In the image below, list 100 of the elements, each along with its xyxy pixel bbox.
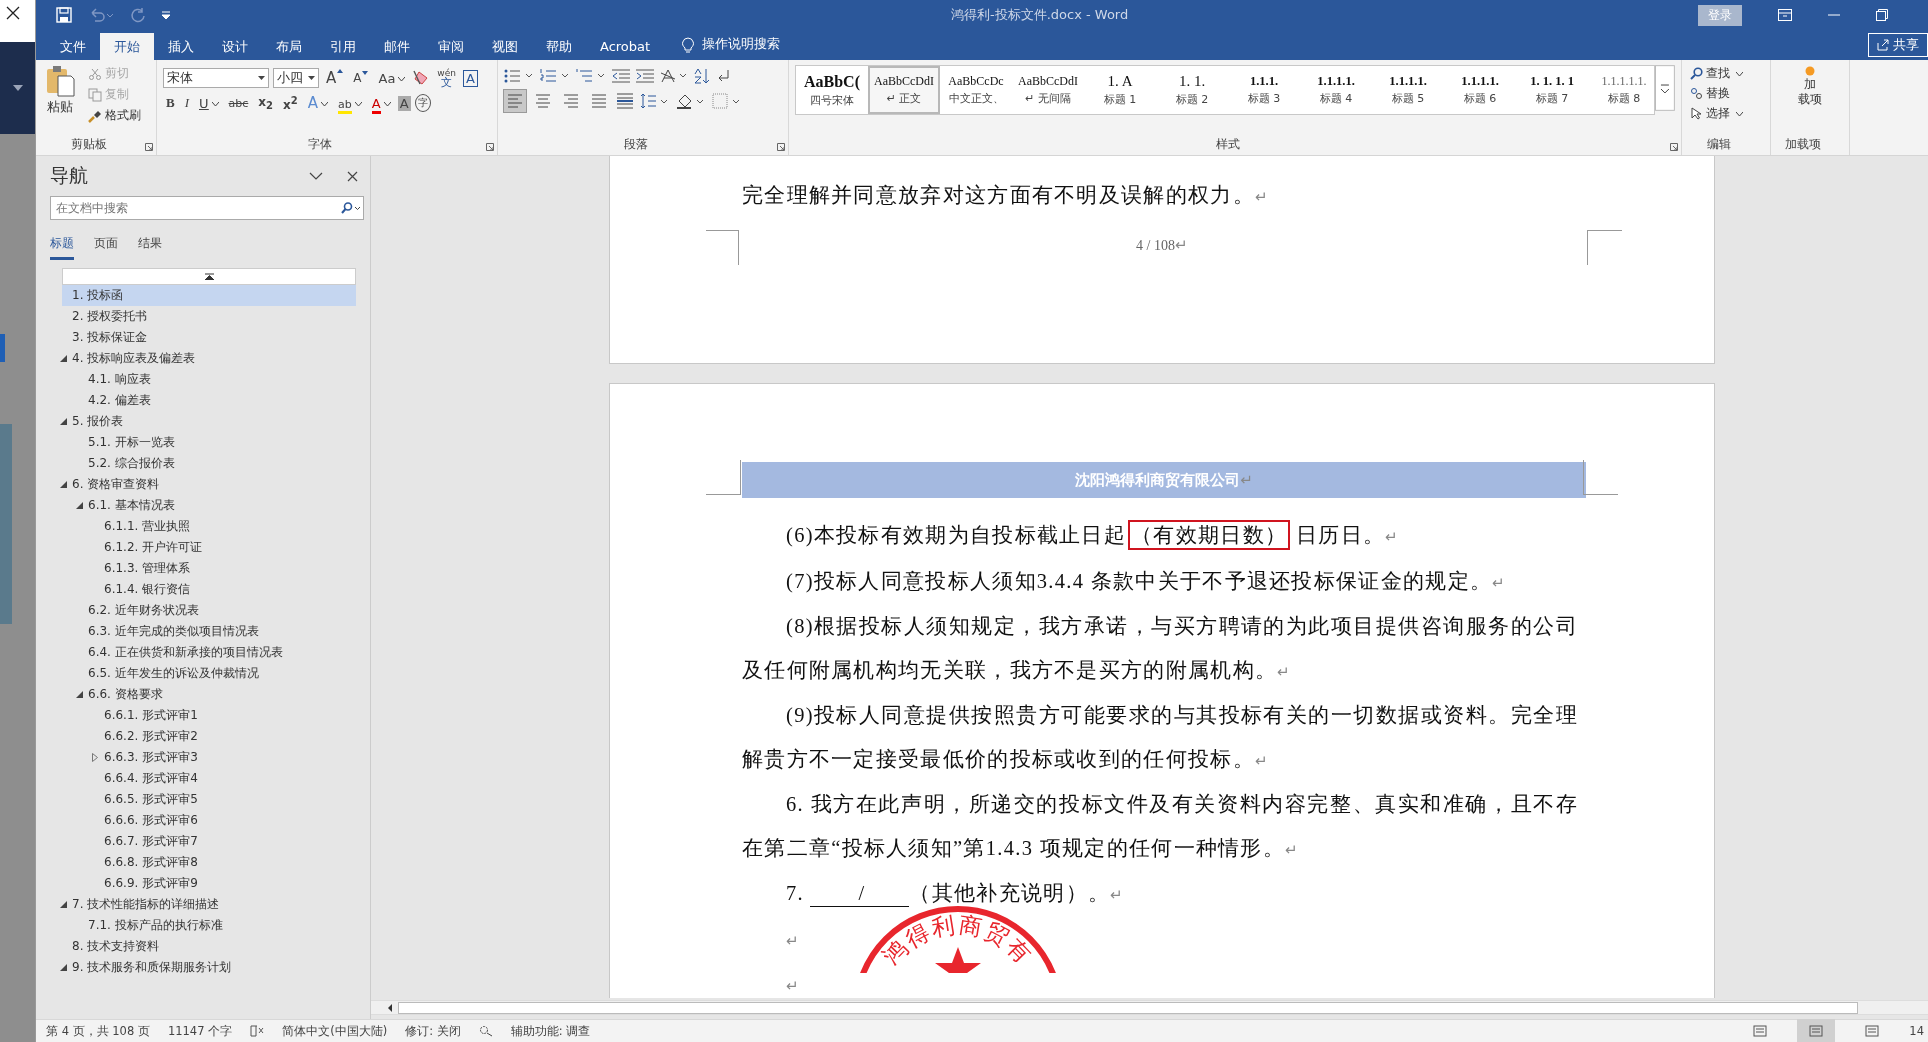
paragraph-mark-icon[interactable] bbox=[716, 69, 730, 83]
heading-item[interactable]: 6.6. 资格要求 bbox=[88, 686, 163, 703]
heading-item[interactable]: 6.6.9. 形式评审9 bbox=[104, 875, 198, 892]
pane-tab[interactable]: 结果 bbox=[138, 230, 162, 260]
ribbon-tab[interactable]: 插入 bbox=[154, 33, 208, 60]
heading-item[interactable]: 6.4. 正在供货和新承接的项目情况表 bbox=[88, 644, 283, 661]
ribbon-tab[interactable]: 文件 bbox=[46, 33, 100, 60]
expanded-triangle-icon[interactable] bbox=[59, 355, 67, 362]
share-button[interactable]: 共享 bbox=[1868, 33, 1928, 57]
bold-button[interactable]: B bbox=[163, 95, 178, 111]
ribbon-display-icon[interactable] bbox=[1778, 9, 1792, 21]
ribbon-tab[interactable]: 帮助 bbox=[532, 33, 586, 60]
decrease-indent-icon[interactable] bbox=[612, 69, 630, 83]
customize-caret-icon[interactable] bbox=[162, 11, 170, 19]
grow-font-button[interactable]: A bbox=[323, 69, 347, 87]
numbering-icon[interactable] bbox=[540, 68, 570, 84]
ribbon-tab[interactable]: 引用 bbox=[316, 33, 370, 60]
text-direction-icon[interactable] bbox=[660, 68, 688, 84]
expanded-triangle-icon[interactable] bbox=[75, 691, 83, 698]
superscript-button[interactable]: x$^{2}$ bbox=[280, 94, 301, 112]
multilevel-list-icon[interactable] bbox=[576, 68, 606, 84]
heading-item[interactable]: 4.2. 偏差表 bbox=[88, 392, 151, 409]
heading-item[interactable]: 6.6.6. 形式评审6 bbox=[104, 812, 198, 829]
dialog-launcher-icon[interactable] bbox=[486, 143, 494, 151]
heading-item[interactable]: 5.2. 综合报价表 bbox=[88, 455, 175, 472]
heading-item[interactable]: 6.1. 基本情况表 bbox=[88, 497, 175, 514]
character-border-button[interactable]: A bbox=[462, 69, 478, 87]
expanded-triangle-icon[interactable] bbox=[59, 964, 67, 971]
heading-item[interactable]: 1. 投标函 bbox=[72, 287, 124, 304]
change-case-button[interactable]: Aa bbox=[375, 70, 409, 86]
dialog-launcher-icon[interactable] bbox=[777, 143, 785, 151]
expanded-triangle-icon[interactable] bbox=[59, 418, 67, 425]
save-icon[interactable] bbox=[56, 7, 72, 23]
zoom-level[interactable]: 14 bbox=[1909, 1024, 1928, 1038]
italic-button[interactable]: I bbox=[181, 95, 192, 111]
heading-item[interactable]: 7.1. 投标产品的执行标准 bbox=[88, 917, 223, 934]
chevron-down-icon[interactable] bbox=[309, 172, 323, 180]
heading-item[interactable]: 6.6.2. 形式评审2 bbox=[104, 728, 198, 745]
style-item[interactable]: AaBbCcDdI ↵ 正文 bbox=[868, 66, 940, 114]
line-spacing-icon[interactable] bbox=[640, 92, 670, 110]
heading-item[interactable]: 6.1.3. 管理体系 bbox=[104, 560, 191, 577]
tell-me-search[interactable]: 操作说明搜索 bbox=[702, 36, 781, 60]
horizontal-scrollbar[interactable] bbox=[371, 1000, 1928, 1015]
track-changes-status[interactable]: 修订: 关闭 bbox=[405, 1023, 461, 1039]
heading-item[interactable]: 6.1.2. 开户许可证 bbox=[104, 539, 203, 556]
expanded-triangle-icon[interactable] bbox=[59, 901, 67, 908]
ribbon-tab[interactable]: 视图 bbox=[478, 33, 532, 60]
font-color-button[interactable]: A bbox=[368, 95, 394, 111]
expanded-triangle-icon[interactable] bbox=[59, 481, 67, 488]
heading-item[interactable]: 6.6.8. 形式评审8 bbox=[104, 854, 198, 871]
page-count[interactable]: 第 4 页，共 108 页 bbox=[46, 1023, 150, 1039]
search-icon[interactable] bbox=[341, 202, 361, 214]
replace-button[interactable]: 替换 bbox=[1688, 84, 1764, 103]
heading-item[interactable]: 6.6.7. 形式评审7 bbox=[104, 833, 198, 850]
sort-icon[interactable] bbox=[694, 68, 710, 84]
close-icon[interactable] bbox=[347, 170, 358, 182]
add-ins-button[interactable]: 加 载项 bbox=[1796, 64, 1824, 108]
maximize-icon[interactable] bbox=[1876, 9, 1888, 21]
print-layout-icon[interactable] bbox=[1797, 1018, 1836, 1042]
select-button[interactable]: 选择 bbox=[1688, 104, 1764, 123]
pane-tab[interactable]: 标题 bbox=[50, 230, 74, 260]
shrink-font-button[interactable]: A bbox=[350, 71, 372, 85]
heading-item[interactable]: 6.6.1. 形式评审1 bbox=[104, 707, 198, 724]
heading-item[interactable]: 6.1.1. 营业执照 bbox=[104, 518, 191, 535]
heading-item[interactable]: 6.6.5. 形式评审5 bbox=[104, 791, 198, 808]
heading-item[interactable]: 6.1.4. 银行资信 bbox=[104, 581, 191, 598]
heading-item[interactable]: 3. 投标保证金 bbox=[72, 329, 148, 346]
find-button[interactable]: 查找 bbox=[1688, 64, 1764, 83]
proofing-icon[interactable] bbox=[250, 1025, 265, 1037]
collapsed-triangle-icon[interactable] bbox=[92, 753, 98, 762]
heading-item[interactable]: 5.1. 开标一览表 bbox=[88, 434, 175, 451]
underline-button[interactable]: U bbox=[196, 95, 222, 111]
heading-item[interactable]: 9. 技术服务和质保期服务计划 bbox=[72, 959, 232, 976]
close-icon[interactable] bbox=[6, 6, 20, 20]
highlight-button[interactable]: ab bbox=[335, 95, 365, 111]
heading-item[interactable]: 8. 技术支持资料 bbox=[72, 938, 160, 955]
heading-item[interactable]: 6.6.4. 形式评审4 bbox=[104, 770, 198, 787]
font-name-field[interactable]: 宋体 bbox=[163, 68, 269, 88]
heading-item[interactable]: 6. 资格审查资料 bbox=[72, 476, 160, 493]
ribbon-tab[interactable]: 审阅 bbox=[424, 33, 478, 60]
ribbon-tab[interactable]: 邮件 bbox=[370, 33, 424, 60]
dialog-launcher-icon[interactable] bbox=[145, 143, 153, 151]
heading-item[interactable]: 2. 授权委托书 bbox=[72, 308, 148, 325]
shading-icon[interactable] bbox=[676, 92, 706, 110]
heading-item[interactable]: 5. 报价表 bbox=[72, 413, 124, 430]
bullets-icon[interactable] bbox=[504, 68, 534, 84]
word-count[interactable]: 11147 个字 bbox=[167, 1023, 233, 1039]
strikethrough-button[interactable]: abc bbox=[225, 96, 252, 110]
ribbon-tab[interactable]: Acrobat bbox=[586, 33, 665, 60]
heading-item[interactable]: 7. 技术性能指标的详细描述 bbox=[72, 896, 220, 913]
heading-item[interactable]: 6.5. 近年发生的诉讼及仲裁情况 bbox=[88, 665, 259, 682]
font-size-field[interactable]: 小四 bbox=[273, 68, 319, 88]
heading-item[interactable]: 4. 投标响应表及偏差表 bbox=[72, 350, 196, 367]
pane-tab[interactable]: 页面 bbox=[94, 230, 118, 260]
phonetic-guide-button[interactable]: wén 文 bbox=[434, 69, 459, 87]
heading-item[interactable]: 6.3. 近年完成的类似项目情况表 bbox=[88, 623, 259, 640]
heading-item[interactable]: 6.2. 近年财务状况表 bbox=[88, 602, 199, 619]
expanded-triangle-icon[interactable] bbox=[75, 502, 83, 509]
language-status[interactable]: 简体中文(中国大陆) bbox=[282, 1023, 388, 1039]
accessibility-icon[interactable] bbox=[478, 1025, 493, 1037]
